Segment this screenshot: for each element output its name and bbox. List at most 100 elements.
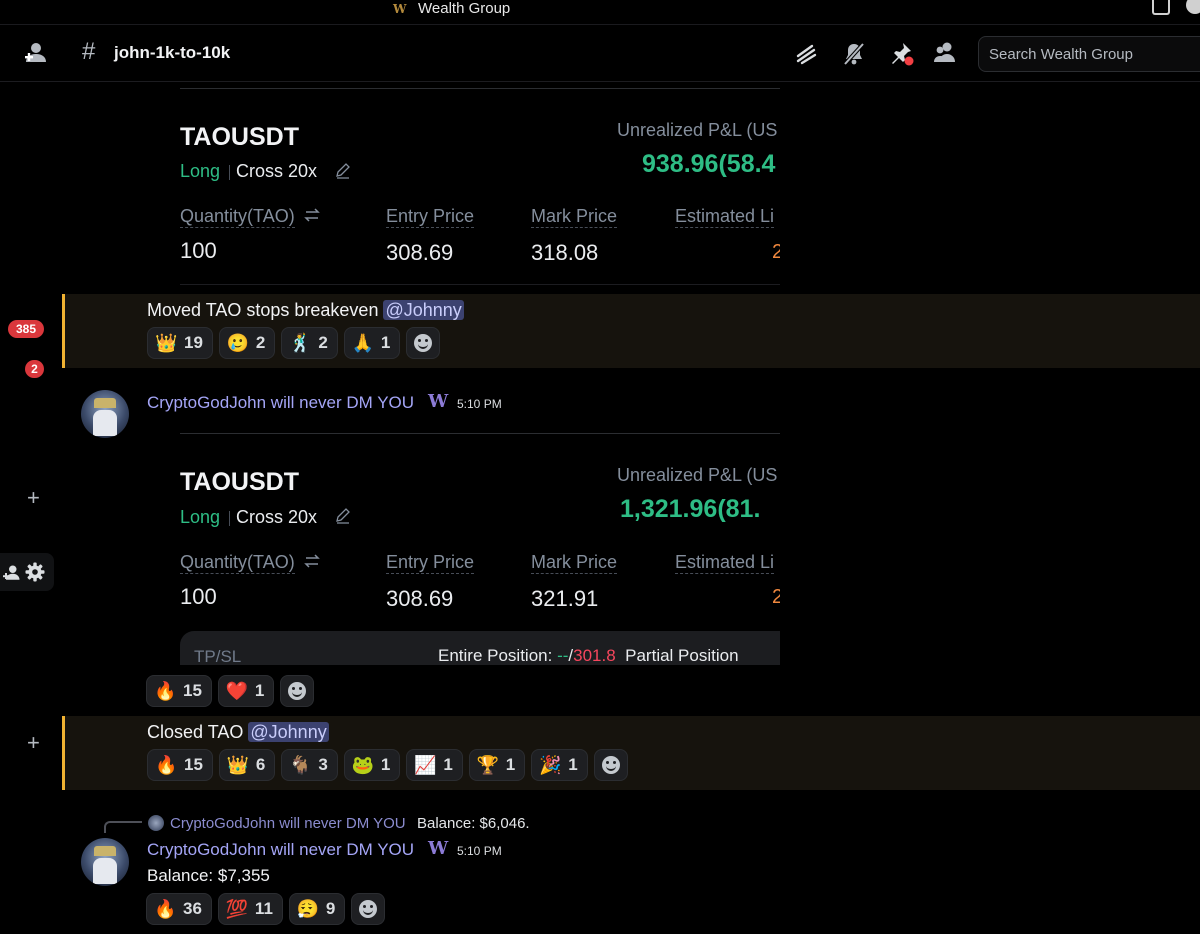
pnl-value: 1,321.96(81. [620,495,761,523]
swap-icon[interactable] [304,207,320,223]
user-mention[interactable]: @Johnny [383,300,464,320]
quantity-value: 100 [180,584,217,609]
add-button[interactable]: + [27,485,40,511]
add-reaction-button[interactable] [406,327,441,359]
message-text: Closed TAO @Johnny [147,722,329,742]
reactions-bar: 👑 19 🥲 2 🕺 2 🙏 1 [147,327,441,359]
reaction-count: 9 [325,899,336,918]
crown-emoji: 👑 [155,333,178,353]
trade-card: TAOUSDT Long Cross 20x Unrealized P&L (U… [180,433,780,665]
add-reaction-icon [288,682,307,700]
username[interactable]: CryptoGodJohn will never DM YOU [147,840,414,860]
reaction-button[interactable]: ❤️ 1 [217,675,275,707]
reaction-button[interactable]: 🎉 1 [531,749,588,781]
add-button[interactable]: + [27,730,40,756]
crown-emoji: 👑 [226,755,250,775]
reaction-count: 2 [318,333,328,352]
tpsl-label: TP/SL [194,647,242,665]
inbox-icon[interactable] [1152,0,1170,15]
quantity-label: Quantity(TAO) [180,552,295,574]
reaction-button[interactable]: 🥲 2 [218,327,276,359]
liquidation-label: Estimated Li [675,206,775,228]
settings-icon[interactable] [25,562,45,582]
add-reaction-icon [414,334,433,352]
entry-price-value: 308.69 [386,586,454,611]
timestamp: 5:10 PM [457,844,502,858]
reaction-button[interactable]: 🏆 1 [468,749,526,781]
reply-avatar[interactable] [148,815,164,831]
hundred-emoji: 💯 [225,899,249,919]
quantity-label: Quantity(TAO) [180,206,295,228]
mute-icon[interactable] [842,41,866,67]
trophy-emoji: 🏆 [476,755,500,775]
pin-icon[interactable] [889,41,915,67]
reaction-count: 6 [255,755,266,774]
reaction-button[interactable]: 🐸 1 [343,749,401,781]
mention-badge[interactable]: 385 [8,320,44,338]
custom-emoji: 🎉 [539,755,562,775]
avatar[interactable] [81,838,129,886]
reaction-button[interactable]: 🔥 36 [146,893,212,925]
reaction-button[interactable]: 👑 19 [147,327,213,359]
window-title: Wealth Group [418,0,511,17]
message-text: Balance: $7,355 [147,866,270,885]
help-icon[interactable] [1186,0,1200,14]
stop-loss-value: 301.8 [573,646,616,665]
reaction-button[interactable]: 📈 1 [406,749,463,781]
hash-icon: # [82,38,96,65]
members-icon[interactable] [934,42,958,64]
entry-price-value: 308.69 [386,240,454,265]
reply-preview[interactable]: Balance: $6,046. [417,815,530,832]
mention-badge[interactable]: 2 [25,360,44,378]
add-reaction-button[interactable] [593,749,628,781]
pnl-value: 938.96(58.4 [642,150,776,178]
entry-price-label: Entry Price [386,552,475,574]
reaction-button[interactable]: 😮‍💨 9 [288,893,346,925]
add-reaction-icon [601,756,620,774]
message-highlighted: Closed TAO @Johnny 🔥 15 👑 6 🐐 3 🐸 1 📈 1 🏆 1 🎉 1 [62,716,1200,790]
pnl-label: Unrealized P&L (US [617,120,778,140]
search-input[interactable]: Search Wealth Group [978,36,1200,72]
role-badge-icon: W [428,391,449,412]
mark-price-label: Mark Price [531,552,618,574]
reaction-button[interactable]: 💯 11 [217,893,283,925]
reaction-button[interactable]: 🔥 15 [147,749,213,781]
reaction-count: 1 [254,681,265,700]
username[interactable]: CryptoGodJohn will never DM YOU [147,393,414,413]
reaction-count: 11 [254,899,273,918]
add-friend-icon[interactable] [3,564,21,582]
user-mention[interactable]: @Johnny [248,722,329,742]
fire-emoji: 🔥 [154,899,177,919]
frog-emoji: 🐸 [351,755,375,775]
fire-emoji: 🔥 [155,755,178,775]
reaction-button[interactable]: 🐐 3 [281,749,338,781]
message-text: Moved TAO stops breakeven @Johnny [147,300,464,320]
reaction-button[interactable]: 👑 6 [218,749,276,781]
pencil-icon[interactable] [334,161,352,179]
pencil-icon[interactable] [334,506,352,524]
reaction-count: 1 [380,755,391,774]
tear-smile-emoji: 🥲 [226,333,250,353]
entire-position-value: Entire Position: --/301.8 Partial Positi… [438,646,739,665]
reaction-button[interactable]: 🔥 15 [146,675,212,707]
threads-icon[interactable] [794,42,818,66]
position-side: Long [180,161,221,181]
add-reaction-button[interactable] [351,893,386,925]
avatar[interactable] [81,390,129,438]
swap-icon[interactable] [304,553,320,569]
entry-price-label: Entry Price [386,206,475,228]
reaction-button[interactable]: 🙏 1 [343,327,401,359]
add-friend-icon[interactable] [24,42,48,64]
reaction-count: 1 [568,755,578,774]
reaction-count: 15 [183,681,202,700]
reply-username[interactable]: CryptoGodJohn will never DM YOU [170,815,406,832]
window-titlebar: W Wealth Group [0,0,1200,25]
add-reaction-button[interactable] [280,675,315,707]
message-highlighted: Moved TAO stops breakeven @Johnny 👑 19 🥲 2… [62,294,1200,368]
margin-mode: Cross 20x [228,507,318,527]
reaction-button[interactable]: 🕺 2 [281,327,338,359]
reply-connector [104,821,142,833]
goat-emoji: 🐐 [289,755,312,775]
reaction-count: 1 [380,333,391,352]
channel-name: john-1k-to-10k [114,43,231,62]
